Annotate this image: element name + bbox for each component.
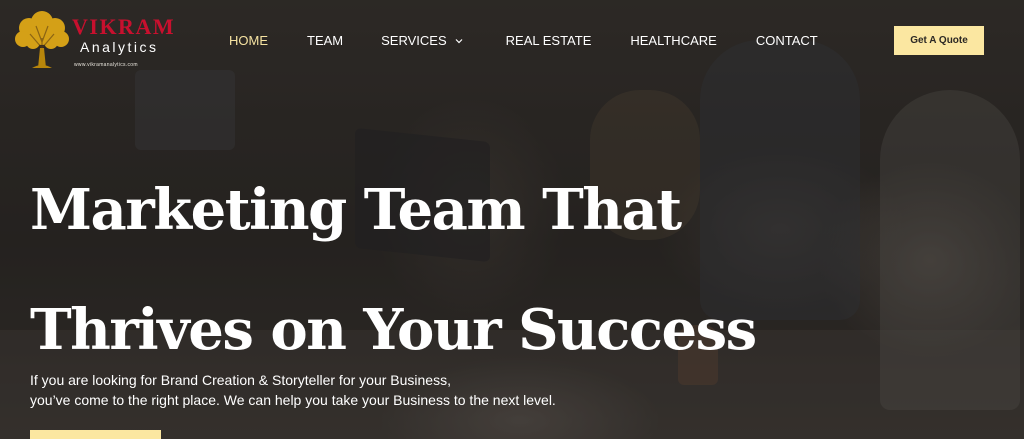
nav-item-contact[interactable]: CONTACT <box>756 33 818 48</box>
hero-subtitle-line: you’ve come to the right place. We can h… <box>30 392 556 408</box>
main-nav: HOME TEAM SERVICES REAL ESTATE HEALTHCAR… <box>229 33 818 48</box>
nav-item-real-estate[interactable]: REAL ESTATE <box>506 33 592 48</box>
brand-subtitle: Analytics <box>80 39 159 55</box>
nav-item-services-label: SERVICES <box>381 33 447 48</box>
brand-name: VIKRAM <box>72 14 176 39</box>
site-logo[interactable]: VIKRAM Analytics www.vikramanalytics.com <box>14 8 174 72</box>
get-a-quote-button[interactable]: Get A Quote <box>894 26 984 55</box>
chevron-down-icon <box>455 38 463 43</box>
hero-title-line: Marketing Team That <box>30 177 682 243</box>
hero-title: Marketing Team That Thrives on Your Succ… <box>30 150 757 390</box>
nav-item-services[interactable]: SERVICES <box>381 33 463 48</box>
nav-item-team[interactable]: TEAM <box>307 33 343 48</box>
nav-item-home[interactable]: HOME <box>229 33 268 48</box>
hero-cta-button[interactable] <box>30 430 161 439</box>
nav-item-healthcare[interactable]: HEALTHCARE <box>630 33 716 48</box>
brand-url: www.vikramanalytics.com <box>74 62 138 68</box>
hero-subtitle-line: If you are looking for Brand Creation & … <box>30 372 451 388</box>
site-header: VIKRAM Analytics www.vikramanalytics.com… <box>0 0 1024 80</box>
tree-logo-icon <box>15 11 69 68</box>
hero-subtitle: If you are looking for Brand Creation & … <box>30 370 556 410</box>
